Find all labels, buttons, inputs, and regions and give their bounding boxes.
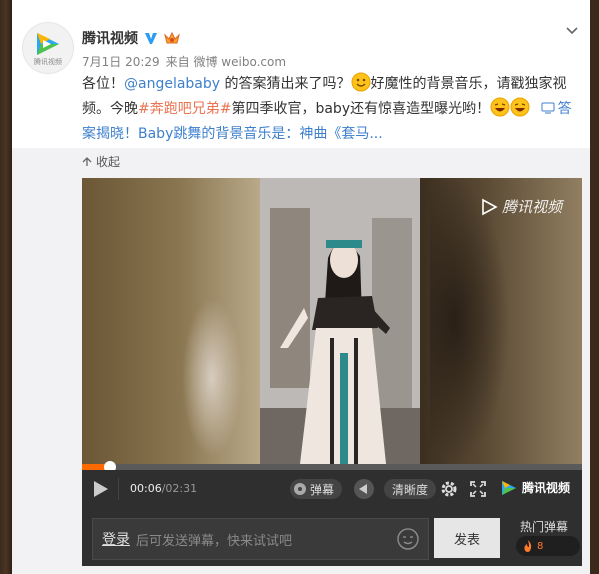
post-date[interactable]: 7月1日 20:29 <box>82 55 160 69</box>
avatar-caption: 腾讯视频 <box>34 57 62 66</box>
collapse-arrow-icon <box>82 156 92 166</box>
brand-logo[interactable]: 腾讯视频 <box>500 479 570 496</box>
post-text: 各位！@angelababy 的答案猜出来了吗？ 好魔性的背景音乐，请戳独家视频。… <box>82 72 582 147</box>
video-frame-left <box>82 178 260 464</box>
danmaku-toggle-button[interactable]: 弹幕 <box>290 479 343 499</box>
post-text-part3: 第四季收官，baby还有惊喜造型曝光哟！ <box>231 101 491 117</box>
laugh-emoji-icon <box>490 97 510 117</box>
video-watermark: 腾讯视频 <box>480 196 562 217</box>
play-icon[interactable] <box>94 481 108 497</box>
collapse-button[interactable]: 收起 <box>82 153 120 170</box>
danmaku-collapse-icon[interactable] <box>354 479 374 499</box>
gear-icon[interactable] <box>440 480 458 498</box>
time-display: 00:06/02:31 <box>130 482 197 495</box>
danmaku-label: 弹幕 <box>310 482 335 497</box>
danmaku-placeholder: 后可发送弹幕，快来试试吧 <box>136 533 293 549</box>
fullscreen-icon[interactable] <box>470 481 486 497</box>
watermark-logo-icon <box>482 198 498 215</box>
hot-danmaku-label[interactable]: 热门弹幕 <box>520 518 568 535</box>
post-meta: 7月1日 20:29 来自 微博 weibo.com <box>82 53 292 70</box>
hot-danmaku-count: 8 <box>537 540 544 552</box>
tencent-video-logo-icon <box>37 32 59 55</box>
hot-danmaku-badge[interactable]: 8 <box>516 536 580 556</box>
send-button[interactable]: 发表 <box>434 518 500 558</box>
video-link-icon <box>541 102 555 114</box>
player-controls: 00:06/02:31 弹幕 清晰度 腾讯视频 <box>82 470 582 508</box>
definition-label: 清晰度 <box>392 482 429 497</box>
total-time: /02:31 <box>161 482 198 495</box>
danmaku-dot-icon <box>294 483 306 495</box>
mention-link[interactable]: @angelababy <box>124 76 220 92</box>
dancer-figure <box>260 178 420 464</box>
video-frame-center <box>260 178 420 464</box>
collapse-label[interactable]: 收起 <box>96 153 120 170</box>
flame-icon <box>524 540 532 552</box>
avatar[interactable]: 腾讯视频 <box>22 22 74 74</box>
laugh-emoji-icon-2 <box>510 97 530 117</box>
post-source: 来自 微博 weibo.com <box>165 55 287 69</box>
grin-emoji-icon <box>351 72 371 92</box>
danmaku-bar: 登录 后可发送弹幕，快来试试吧 发表 热门弹幕 8 <box>82 508 582 566</box>
hashtag-link[interactable]: #奔跑吧兄弟# <box>138 101 231 117</box>
author-row: 腾讯视频 <box>82 28 180 48</box>
brand-text: 腾讯视频 <box>522 481 571 495</box>
post-text-part1: 的答案猜出来了吗？ <box>220 76 351 92</box>
post-text-prefix: 各位！ <box>82 76 124 92</box>
video-frame-right <box>420 178 582 464</box>
danmaku-input[interactable]: 登录 后可发送弹幕，快来试试吧 <box>92 518 429 560</box>
crown-badge-icon[interactable] <box>164 31 180 45</box>
author-name[interactable]: 腾讯视频 <box>82 28 138 48</box>
chevron-down-icon[interactable] <box>565 24 579 38</box>
emoji-picker-icon[interactable] <box>396 527 420 551</box>
watermark-text: 腾讯视频 <box>502 198 563 216</box>
verified-badge-icon[interactable] <box>144 31 158 45</box>
video-player[interactable] <box>82 178 582 464</box>
divider <box>118 478 119 500</box>
login-link[interactable]: 登录 <box>102 529 130 549</box>
tencent-video-brand-icon <box>502 480 516 495</box>
definition-button[interactable]: 清晰度 <box>384 479 437 499</box>
current-time: 00:06 <box>130 482 162 495</box>
